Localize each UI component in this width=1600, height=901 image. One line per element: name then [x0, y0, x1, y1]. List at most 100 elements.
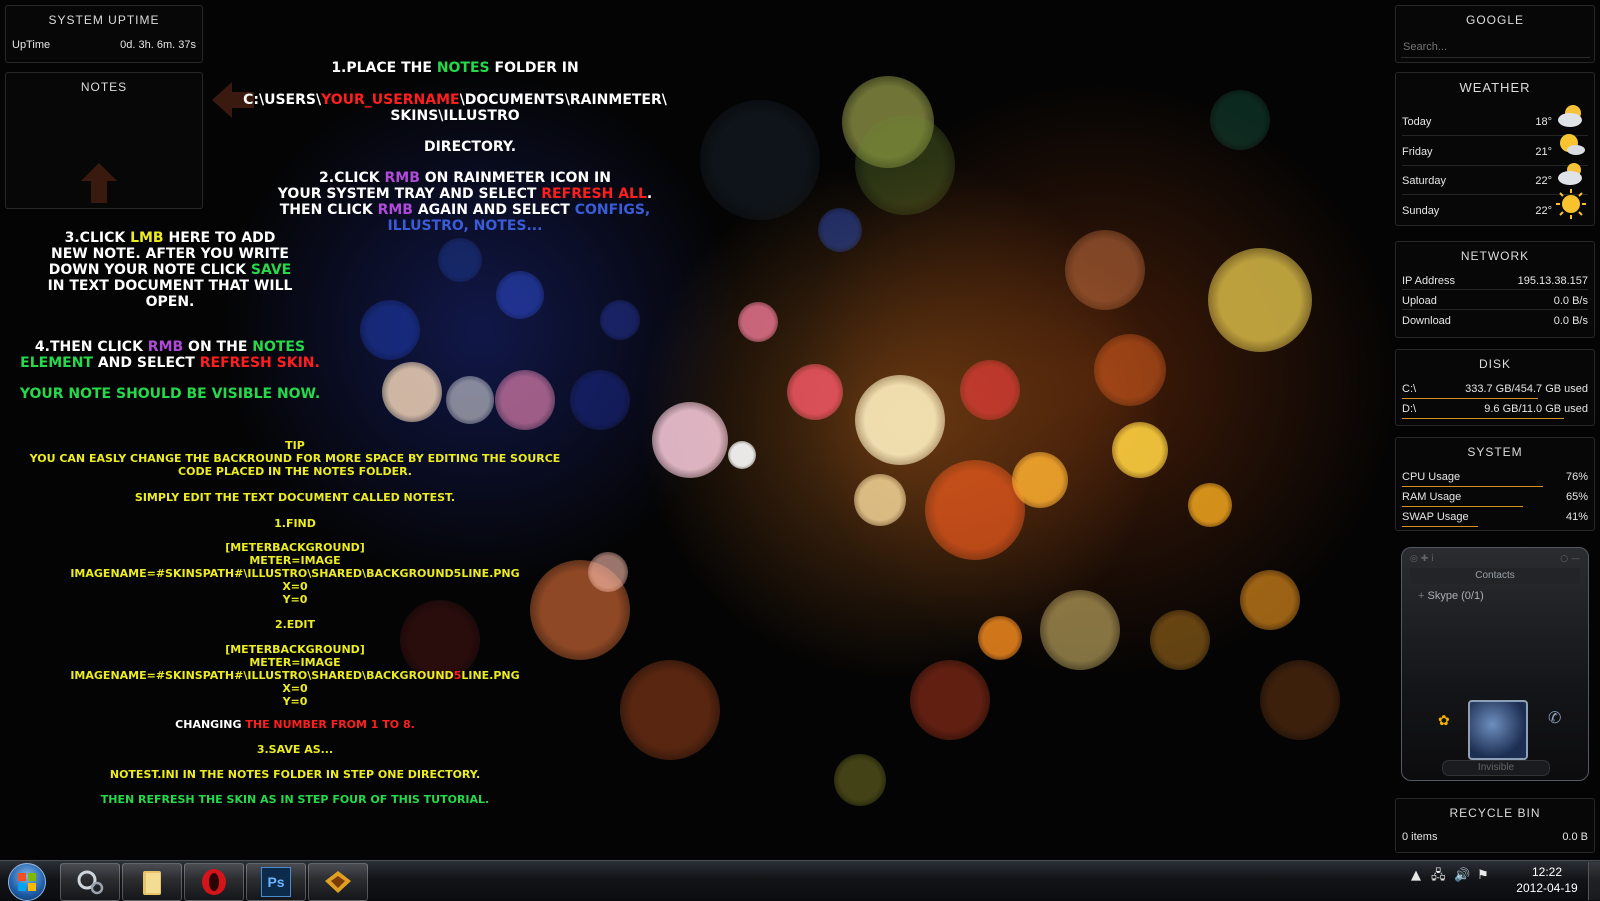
bokeh-circle — [1208, 248, 1312, 352]
skype-contacts-header: Contacts — [1410, 568, 1580, 584]
show-desktop-button[interactable] — [1588, 862, 1600, 900]
bokeh-circle — [960, 360, 1020, 420]
network-value: 195.13.38.157 — [1517, 275, 1588, 287]
save-as-text: 3.SAVE AS... — [256, 743, 334, 756]
system-row: SWAP Usage 41% — [1402, 511, 1588, 523]
weather-temp: 21° — [1535, 146, 1552, 158]
volume-icon[interactable]: 🔊 — [1454, 869, 1470, 883]
disk-row[interactable]: C:\ 333.7 GB/454.7 GB used — [1402, 383, 1588, 395]
google-title: GOOGLE — [1465, 13, 1524, 27]
weather-temp: 22° — [1535, 205, 1552, 217]
network-tray-icon[interactable]: 🖧 — [1431, 869, 1446, 883]
tip-block: TIP YOU CAN EASLY CHANGE THE BACKROUND F… — [29, 439, 561, 478]
taskbar-explorer[interactable] — [122, 863, 182, 901]
edit-instruction: SIMPLY EDIT THE TEXT DOCUMENT CALLED NOT… — [134, 491, 456, 504]
taskbar-clock[interactable]: 12:22 2012-04-19 — [1510, 864, 1584, 896]
bokeh-circle — [382, 362, 442, 422]
find-code: [METERBACKGROUND] METER=IMAGE IMAGENAME=#S… — [70, 541, 520, 606]
recycle-title: RECYCLE BIN — [1449, 806, 1541, 820]
up-arrow-icon — [81, 163, 117, 203]
system-label: RAM Usage — [1402, 491, 1462, 503]
network-label: Upload — [1402, 295, 1437, 307]
skype-avatar[interactable] — [1468, 700, 1528, 760]
bokeh-circle — [495, 370, 555, 430]
notes-skin[interactable]: NOTES — [5, 72, 203, 209]
recycle-items: 0 items — [1402, 831, 1438, 843]
edit-code: [METERBACKGROUND] METER=IMAGE IMAGENAME=#S… — [70, 643, 520, 708]
disk-label: C:\ — [1402, 383, 1417, 395]
step4-text: 4.THEN CLICK RMB ON THE NOTES ELEMENT AN… — [20, 339, 320, 371]
find-label: 1.FIND — [274, 517, 316, 530]
network-value: 0.0 B/s — [1553, 295, 1588, 307]
uptime-title: SYSTEM UPTIME — [48, 13, 160, 27]
skype-status[interactable]: Invisible — [1442, 760, 1550, 776]
network-row: Download 0.0 B/s — [1402, 315, 1588, 327]
taskbar-photoshop[interactable]: Ps — [246, 863, 306, 901]
skype-toolbar: ◎ ✚ i ○ — — [1410, 554, 1580, 564]
skype-gadget[interactable]: ◎ ✚ i ○ — Contacts + Skype (0/1) ✿ ✆ Invi… — [1401, 547, 1589, 781]
system-row: RAM Usage 65% — [1402, 491, 1588, 503]
sun-icon — [1556, 189, 1586, 219]
bokeh-circle — [855, 115, 955, 215]
bokeh-circle — [1260, 660, 1340, 740]
step2-text: 2.CLICK RMB ON RAINMETER ICON IN YOUR SY… — [277, 170, 653, 234]
explorer-folder-icon — [143, 871, 161, 895]
network-skin: NETWORK IP Address 195.13.38.157 Upload … — [1395, 241, 1595, 338]
disk-skin: DISK C:\ 333.7 GB/454.7 GB used D:\ 9.6 … — [1395, 349, 1595, 426]
taskbar-opera[interactable] — [184, 863, 244, 901]
disk-value: 333.7 GB/454.7 GB used — [1465, 383, 1588, 395]
skype-group[interactable]: + Skype (0/1) — [1418, 590, 1484, 602]
disk-bar — [1402, 418, 1564, 419]
bokeh-circle — [1040, 590, 1120, 670]
edit-label: 2.EDIT — [274, 618, 316, 631]
disk-value: 9.6 GB/11.0 GB used — [1484, 403, 1588, 415]
weather-day: Today — [1402, 116, 1432, 128]
ini-text: NOTEST.INI IN THE NOTES FOLDER IN STEP O… — [109, 768, 481, 781]
ram-bar — [1402, 506, 1523, 507]
step3-text: 3.CLICK LMB HERE TO ADD NEW NOTE. AFTER … — [47, 230, 293, 310]
bokeh-circle — [854, 474, 906, 526]
step1-path: C:\USERS\YOUR_USERNAME\DOCUMENTS\RAINMET… — [243, 92, 667, 124]
system-label: CPU Usage — [1402, 471, 1461, 483]
taskbar-control-panel[interactable] — [60, 863, 120, 901]
step1-directory: DIRECTORY. — [423, 139, 517, 155]
bokeh-circle — [1150, 610, 1210, 670]
recycle-bin-skin[interactable]: RECYCLE BIN 0 items 0.0 B — [1395, 798, 1595, 853]
weather-day: Saturday — [1402, 175, 1447, 187]
bokeh-circle — [570, 370, 630, 430]
uptime-row: UpTime 0d. 3h. 6m. 37s — [12, 39, 196, 51]
bokeh-circle — [496, 271, 544, 319]
weather-temp: 22° — [1535, 175, 1552, 187]
weather-day: Sunday — [1402, 205, 1440, 217]
bokeh-circle — [360, 300, 420, 360]
show-hidden-icons-arrow[interactable]: ▲ — [1409, 869, 1423, 883]
google-search-input[interactable] — [1401, 37, 1590, 58]
bokeh-circle — [728, 441, 756, 469]
cpu-bar — [1402, 486, 1543, 487]
network-title: NETWORK — [1460, 249, 1530, 263]
skype-phone-icon[interactable]: ✆ — [1548, 708, 1561, 727]
note-visible-text: YOUR NOTE SHOULD BE VISIBLE NOW. — [19, 386, 321, 402]
start-button[interactable] — [8, 863, 46, 901]
system-title: SYSTEM — [1467, 445, 1523, 459]
bokeh-circle — [834, 754, 886, 806]
network-label: IP Address — [1402, 275, 1455, 287]
bokeh-circle — [978, 616, 1022, 660]
swap-bar — [1402, 526, 1478, 527]
disk-label: D:\ — [1402, 403, 1417, 415]
disk-title: DISK — [1478, 357, 1511, 371]
uptime-label: UpTime — [12, 39, 51, 51]
system-label: SWAP Usage — [1402, 511, 1469, 523]
bokeh-circle — [1210, 90, 1270, 150]
bokeh-circle — [1188, 483, 1232, 527]
weather-day: Friday — [1402, 146, 1433, 158]
clock-time: 12:22 — [1531, 865, 1563, 879]
network-label: Download — [1402, 315, 1451, 327]
sun-cloud-icon — [1560, 134, 1585, 155]
photoshop-icon: Ps — [261, 867, 291, 897]
action-center-flag-icon[interactable]: ⚑ — [1476, 869, 1490, 883]
disk-row[interactable]: D:\ 9.6 GB/11.0 GB used — [1402, 403, 1588, 415]
taskbar-winamp[interactable] — [308, 863, 368, 901]
bokeh-circle — [1112, 422, 1168, 478]
system-skin: SYSTEM CPU Usage 76% RAM Usage 65% SWAP … — [1395, 437, 1595, 531]
